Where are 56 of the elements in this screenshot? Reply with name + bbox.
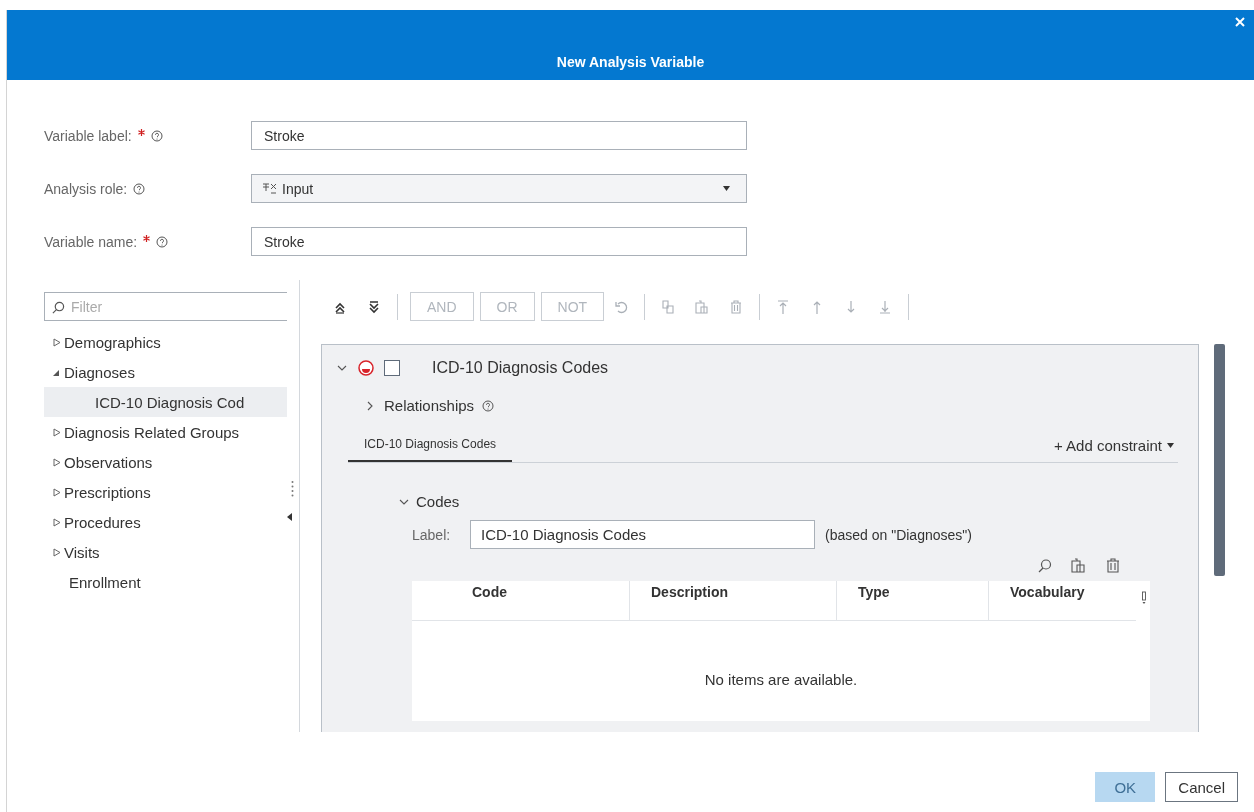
- tree-item[interactable]: Procedures: [64, 513, 141, 531]
- checkbox[interactable]: [384, 360, 400, 376]
- collapsed-triangle-icon[interactable]: [52, 487, 61, 497]
- section-toggle[interactable]: Relationships: [384, 397, 475, 414]
- field-label: Analysis role:: [44, 180, 128, 197]
- field-label: Variable label:: [44, 127, 132, 144]
- role-dropdown[interactable]: Input: [251, 174, 747, 203]
- label-field[interactable]: ICD-10 Diagnosis Codes: [470, 520, 815, 549]
- cancel-button[interactable]: Cancel: [1165, 772, 1238, 802]
- tree-item[interactable]: Observations: [64, 453, 153, 471]
- paste-icon[interactable]: [1071, 558, 1087, 574]
- column-header[interactable]: Description: [630, 581, 837, 620]
- splitter-grip-icon[interactable]: [291, 480, 294, 498]
- trash-icon[interactable]: [1105, 558, 1121, 574]
- collapsed-triangle-icon[interactable]: [52, 547, 61, 557]
- column-menu-icon[interactable]: [1142, 591, 1146, 605]
- filter-field[interactable]: Filter: [45, 293, 287, 320]
- column-header[interactable]: Code: [412, 581, 630, 620]
- collapsed-triangle-icon[interactable]: [52, 337, 61, 347]
- section-toggle[interactable]: Codes: [416, 493, 460, 510]
- collapsed-triangle-icon[interactable]: [52, 427, 61, 437]
- add-constraint-button[interactable]: + Add constraint: [1050, 436, 1178, 454]
- column-header[interactable]: Vocabulary: [989, 581, 1136, 620]
- tree-item[interactable]: Prescriptions: [64, 483, 151, 501]
- tree-item[interactable]: ICD-10 Diagnosis Cod: [44, 387, 287, 417]
- field-label: Label:: [412, 526, 452, 543]
- dialog-title: New Analysis Variable: [556, 54, 705, 70]
- tree-item[interactable]: Enrollment: [44, 567, 287, 597]
- close-icon[interactable]: [1234, 16, 1246, 28]
- help-icon[interactable]: [482, 399, 495, 412]
- tree-item[interactable]: Diagnosis Related Groups: [64, 423, 240, 441]
- card-title: ICD-10 Diagnosis Codes: [432, 359, 609, 377]
- scrollbar[interactable]: [1214, 344, 1225, 576]
- tree-item[interactable]: Demographics: [64, 333, 161, 351]
- field-label: Variable name:: [44, 233, 138, 250]
- search-icon[interactable]: [1037, 558, 1053, 574]
- help-icon[interactable]: [133, 182, 146, 195]
- tree-item[interactable]: Diagnoses: [64, 363, 135, 381]
- search-icon: [52, 301, 65, 314]
- help-icon[interactable]: [156, 235, 169, 248]
- variable-icon: [262, 180, 278, 197]
- help-icon[interactable]: [150, 129, 163, 142]
- collapsed-triangle-icon[interactable]: [52, 457, 61, 467]
- collapsed-triangle-icon[interactable]: [52, 517, 61, 527]
- caret-icon: [723, 186, 730, 191]
- remove-icon[interactable]: [358, 360, 374, 376]
- text-field[interactable]: Stroke: [251, 227, 747, 256]
- column-header[interactable]: Type: [837, 581, 989, 620]
- expand-all-icon[interactable]: [367, 299, 381, 314]
- collapse-arrow-icon[interactable]: [287, 513, 292, 521]
- caret-icon: [1167, 442, 1174, 448]
- hint-text: (based on "Diagnoses"): [825, 526, 972, 543]
- tree-item[interactable]: Visits: [64, 543, 100, 561]
- tab[interactable]: ICD-10 Diagnosis Codes: [348, 428, 513, 462]
- empty-message: No items are available.: [703, 671, 859, 688]
- text-field[interactable]: Stroke: [251, 121, 747, 150]
